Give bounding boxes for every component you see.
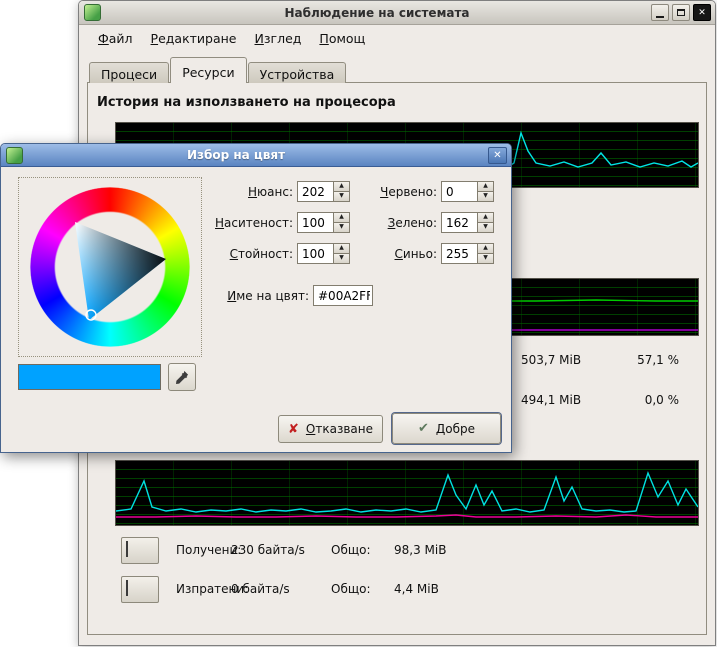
tab-strip: Процеси Ресурси Устройства xyxy=(89,57,347,83)
cancel-button[interactable]: ✘ Отказване xyxy=(278,415,383,443)
network-sent-line xyxy=(116,515,698,517)
blue-spinner[interactable]: ▲ ▼ xyxy=(478,243,494,264)
color-name-input[interactable] xyxy=(313,285,373,306)
maximize-button[interactable] xyxy=(672,4,690,21)
value-label: Стойност: xyxy=(199,247,293,261)
close-button[interactable]: ✕ xyxy=(693,4,711,21)
sent-color-button[interactable] xyxy=(121,576,159,603)
red-input[interactable] xyxy=(441,181,478,202)
spin-up-icon[interactable]: ▲ xyxy=(334,243,350,254)
tab-processes[interactable]: Процеси xyxy=(89,62,169,83)
spin-down-icon[interactable]: ▼ xyxy=(334,254,350,264)
memory-total-value: 503,7 MiB xyxy=(521,353,581,367)
minimize-button[interactable] xyxy=(651,4,669,21)
color-name-label: Име на цвят: xyxy=(197,289,309,303)
main-titlebar[interactable]: Наблюдение на системата ✕ xyxy=(79,1,715,25)
received-total: 98,3 MiB xyxy=(394,543,446,557)
close-icon: ✕ xyxy=(698,8,706,18)
green-input[interactable] xyxy=(441,212,478,233)
blue-label: Синьо: xyxy=(353,247,437,261)
ok-icon: ✔ xyxy=(418,421,429,436)
dialog-titlebar[interactable]: Избор на цвят ✕ xyxy=(1,144,511,167)
spin-up-icon[interactable]: ▲ xyxy=(334,181,350,192)
spin-up-icon[interactable]: ▲ xyxy=(478,243,494,254)
saturation-value-triangle[interactable] xyxy=(30,187,190,347)
network-history-chart xyxy=(115,460,699,526)
received-rate: 230 байта/s xyxy=(231,543,305,557)
value-spinner[interactable]: ▲ ▼ xyxy=(334,243,350,264)
menu-edit[interactable]: Редактиране xyxy=(142,28,246,49)
spin-up-icon[interactable]: ▲ xyxy=(334,212,350,223)
spin-up-icon[interactable]: ▲ xyxy=(478,181,494,192)
network-received-line xyxy=(116,473,698,512)
swap-percent: 0,0 % xyxy=(601,393,679,407)
tab-resources[interactable]: Ресурси xyxy=(170,57,246,83)
hue-input[interactable] xyxy=(297,181,334,202)
spin-down-icon[interactable]: ▼ xyxy=(334,223,350,233)
saturation-spinner[interactable]: ▲ ▼ xyxy=(334,212,350,233)
saturation-label: Наситеност: xyxy=(199,216,293,230)
memory-percent: 57,1 % xyxy=(601,353,679,367)
color-picker-dialog: Избор на цвят ✕ Нюанс: ▲ ▼ Наситеност: ▲… xyxy=(0,143,512,453)
sent-total: 4,4 MiB xyxy=(394,582,439,596)
spin-down-icon[interactable]: ▼ xyxy=(478,254,494,264)
sent-color-swatch xyxy=(126,580,128,596)
menubar: Файл Редактиране Изглед Помощ xyxy=(83,26,711,50)
spin-up-icon[interactable]: ▲ xyxy=(478,212,494,223)
red-spinner[interactable]: ▲ ▼ xyxy=(478,181,494,202)
cancel-button-label: Отказване xyxy=(306,422,373,436)
sent-total-label: Общо: xyxy=(331,582,371,596)
dialog-close-button[interactable]: ✕ xyxy=(488,147,507,164)
dialog-icon xyxy=(6,147,23,164)
red-label: Червено: xyxy=(353,185,437,199)
dialog-title: Избор на цвят xyxy=(31,148,441,162)
network-sent-row: Изпратени: 0 байта/s Общо: 4,4 MiB xyxy=(79,576,715,604)
spin-down-icon[interactable]: ▼ xyxy=(478,192,494,202)
menu-view[interactable]: Изглед xyxy=(246,28,311,49)
cpu-history-title: История на използването на процесора xyxy=(97,95,396,110)
received-total-label: Общо: xyxy=(331,543,371,557)
blue-input[interactable] xyxy=(441,243,478,264)
swap-total-value: 494,1 MiB xyxy=(521,393,581,407)
value-input[interactable] xyxy=(297,243,334,264)
network-received-row: Получени: 230 байта/s Общо: 98,3 MiB xyxy=(79,537,715,565)
received-color-button[interactable] xyxy=(121,537,159,564)
hue-label: Нюанс: xyxy=(199,185,293,199)
ok-button-label: Добре xyxy=(436,422,475,436)
color-preview xyxy=(18,364,161,390)
app-icon xyxy=(84,4,101,21)
menu-file[interactable]: Файл xyxy=(89,28,142,49)
tab-devices[interactable]: Устройства xyxy=(248,62,347,83)
green-spinner[interactable]: ▲ ▼ xyxy=(478,212,494,233)
eyedropper-icon xyxy=(174,369,190,385)
main-window-title: Наблюдение на системата xyxy=(109,6,645,20)
eyedropper-button[interactable] xyxy=(168,363,196,391)
saturation-input[interactable] xyxy=(297,212,334,233)
received-color-swatch xyxy=(126,541,128,557)
spin-down-icon[interactable]: ▼ xyxy=(478,223,494,233)
cancel-icon: ✘ xyxy=(288,422,299,437)
dialog-close-icon: ✕ xyxy=(493,150,501,161)
maximize-icon xyxy=(677,9,685,16)
green-label: Зелено: xyxy=(353,216,437,230)
sent-rate: 0 байта/s xyxy=(231,582,290,596)
menu-help[interactable]: Помощ xyxy=(310,28,374,49)
hue-spinner[interactable]: ▲ ▼ xyxy=(334,181,350,202)
titlebar-buttons: ✕ xyxy=(651,4,711,21)
spin-down-icon[interactable]: ▼ xyxy=(334,192,350,202)
minimize-icon xyxy=(656,16,664,18)
ok-button[interactable]: ✔ Добре xyxy=(392,413,501,444)
